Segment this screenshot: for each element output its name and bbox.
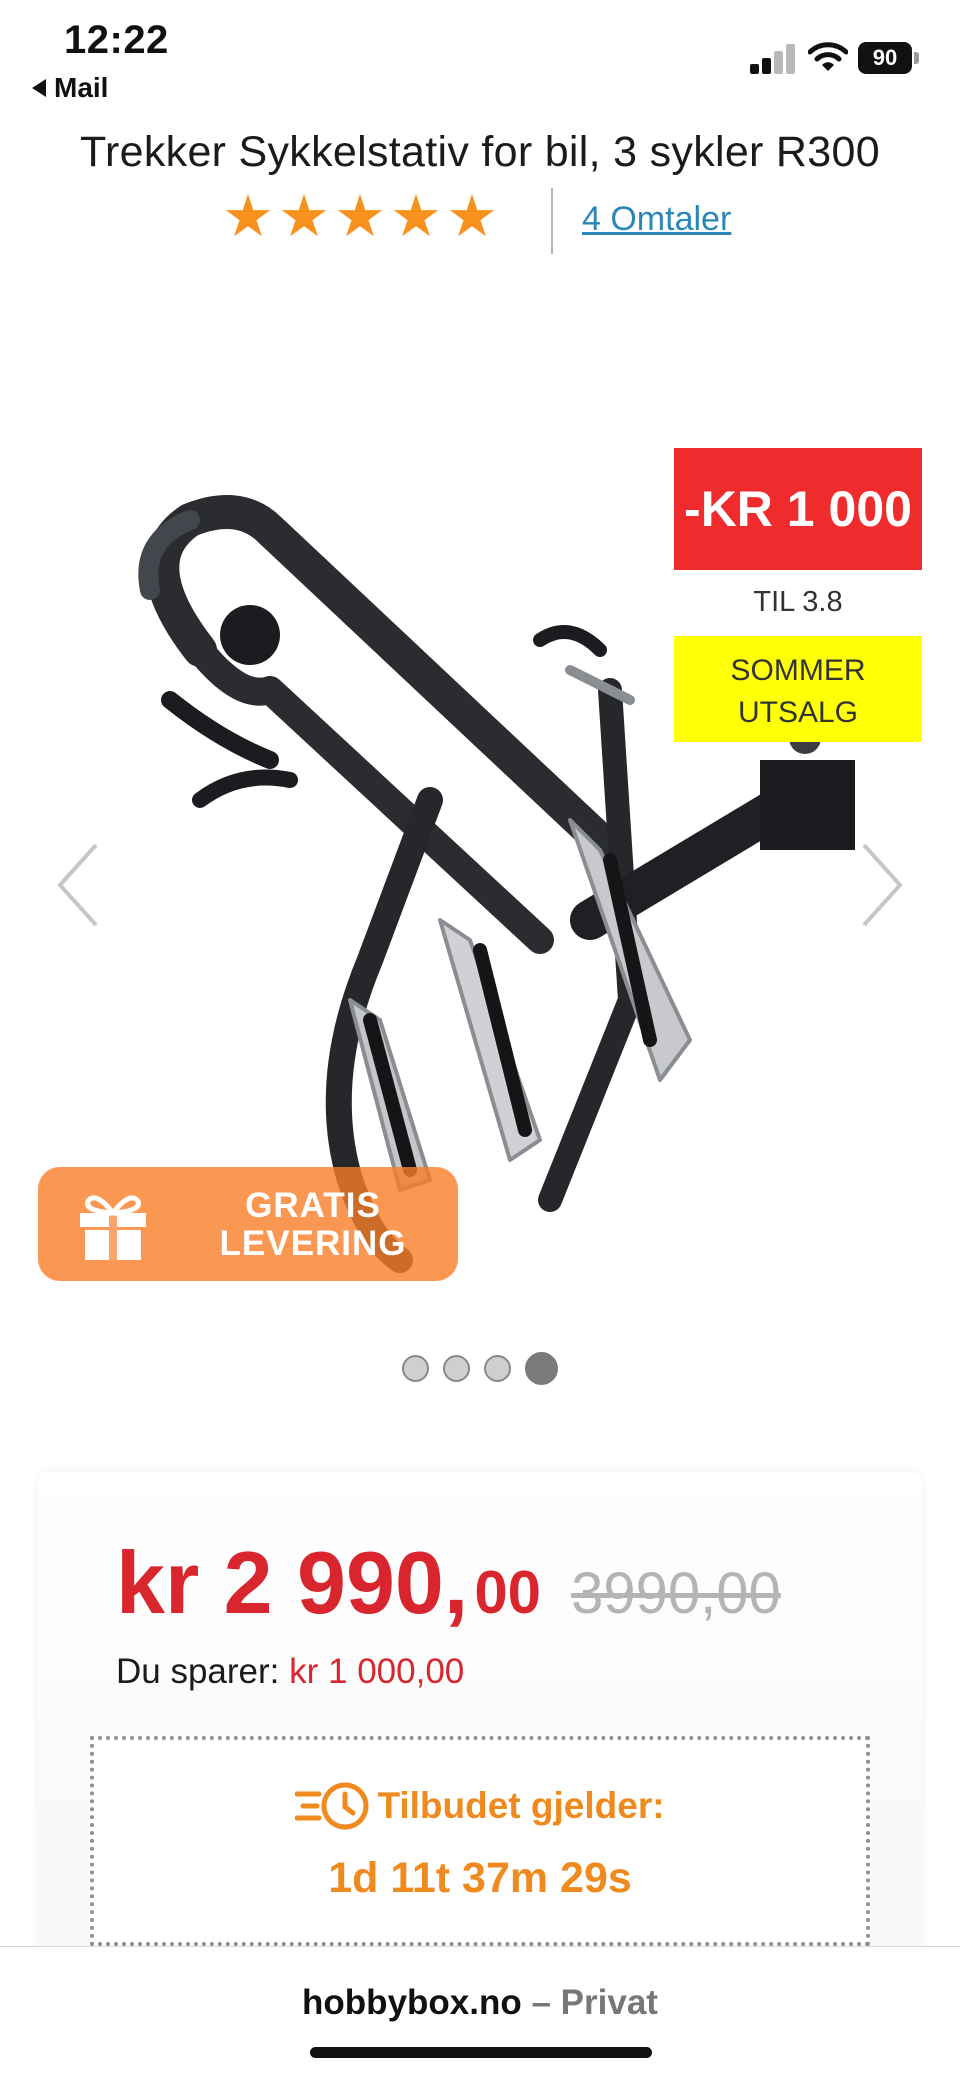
home-indicator[interactable] [310, 2047, 652, 2058]
rating-divider [551, 188, 553, 254]
price-row: kr 2 990, 00 3990,00 [116, 1532, 781, 1634]
star-icon: ★ [222, 184, 274, 249]
free-delivery-line2: LEVERING [219, 1224, 407, 1263]
signal-icon [750, 44, 798, 74]
next-image-button[interactable] [856, 840, 906, 930]
price-card: kr 2 990, 00 3990,00 Du sparer: kr 1 000… [38, 1472, 922, 1992]
offer-countdown: 1d 11t 37m 29s [328, 1854, 632, 1902]
status-time: 12:22 [64, 18, 169, 62]
gallery-dot-2[interactable] [443, 1354, 470, 1382]
savings-line: Du sparer: kr 1 000,00 [116, 1652, 464, 1692]
offer-label-row: Tilbudet gjelder: [94, 1780, 866, 1832]
back-to-mail-button[interactable]: Mail [32, 72, 108, 104]
offer-label: Tilbudet gjelder: [377, 1785, 665, 1826]
savings-amount: kr 1 000,00 [289, 1652, 465, 1691]
free-delivery-line1: GRATIS [245, 1186, 381, 1225]
private-mode-label: – Privat [521, 1983, 658, 2022]
current-price: kr 2 990, [116, 1533, 469, 1632]
star-icon: ★ [278, 184, 330, 249]
battery-level: 90 [858, 42, 912, 74]
previous-image-button[interactable] [54, 840, 104, 930]
sale-badge-line1: SOMMER [730, 654, 866, 687]
discount-badge: -KR 1 000 [674, 448, 922, 570]
free-delivery-badge: GRATIS LEVERING [38, 1167, 458, 1281]
address-bar[interactable]: hobbybox.no – Privat [0, 1983, 960, 2023]
sale-badge-line2: UTSALG [737, 696, 859, 729]
product-rating: ★ ★ ★ ★ ★ 4 Omtaler [0, 188, 960, 254]
gallery-dot-1[interactable] [402, 1354, 429, 1382]
savings-label: Du sparer: [116, 1652, 280, 1691]
original-price: 3990,00 [571, 1561, 781, 1626]
gallery-dot-3[interactable] [484, 1354, 511, 1382]
star-icon: ★ [390, 184, 442, 249]
wifi-icon [808, 42, 848, 71]
battery-icon: 90 [858, 42, 920, 74]
discount-valid-until: TIL 3.8 [753, 586, 843, 618]
free-delivery-text: GRATIS LEVERING [188, 1187, 438, 1263]
product-title: Trekker Sykkelstativ for bil, 3 sykler R… [80, 128, 880, 176]
gallery-pagination [0, 1350, 960, 1386]
reviews-link[interactable]: 4 Omtaler [582, 200, 731, 239]
offer-countdown-box: Tilbudet gjelder: 1d 11t 37m 29s [90, 1736, 870, 1946]
summer-sale-badge: SOMMER UTSALG [674, 636, 922, 742]
rating-stars: ★ ★ ★ ★ ★ [222, 188, 498, 246]
current-price-decimals: 00 [474, 1559, 542, 1626]
back-app-label: Mail [54, 72, 109, 103]
fast-clock-icon [295, 1782, 369, 1830]
site-domain: hobbybox.no [302, 1983, 522, 2022]
star-icon: ★ [334, 184, 386, 249]
star-icon: ★ [446, 184, 498, 249]
browser-bottom-bar[interactable]: hobbybox.no – Privat [0, 1946, 960, 2079]
status-bar: 12:22 Mail 90 [0, 0, 960, 110]
back-arrow-icon [32, 79, 46, 97]
gallery-dot-4-active[interactable] [525, 1351, 558, 1385]
gift-icon [80, 1195, 146, 1261]
